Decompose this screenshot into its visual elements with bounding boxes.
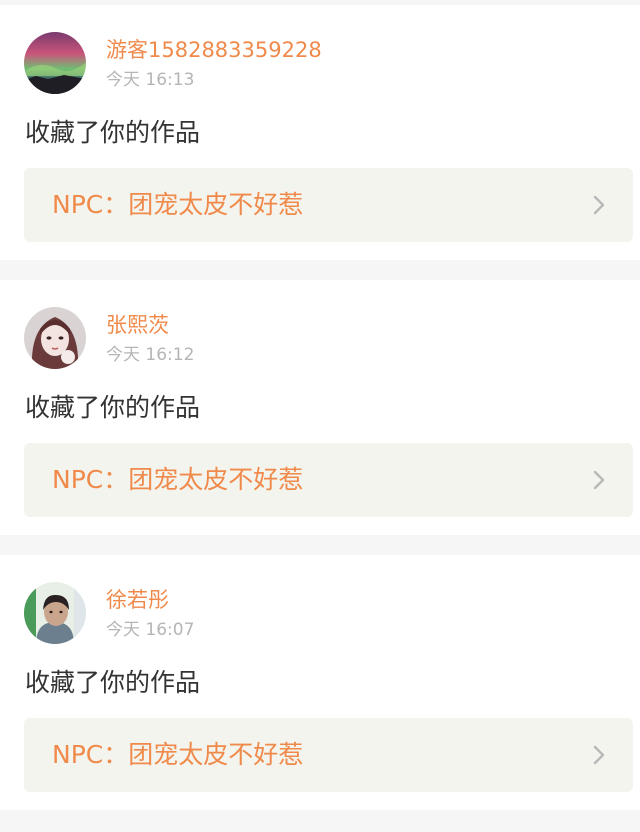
work-link[interactable]: NPC：团宠太皮不好惹	[24, 718, 633, 792]
action-text: 收藏了你的作品	[25, 118, 201, 147]
notification-card: 徐若彤 今天 16:07 收藏了你的作品 NPC：团宠太皮不好惹	[0, 555, 640, 810]
timestamp: 今天 16:12	[106, 345, 195, 365]
chevron-right-icon	[589, 744, 609, 766]
username[interactable]: 张熙茨	[106, 310, 169, 340]
username[interactable]: 游客1582883359228	[106, 35, 322, 65]
notification-list: 游客1582883359228 今天 16:13 收藏了你的作品 NPC：团宠太…	[0, 0, 640, 832]
anime-girl-avatar-image	[24, 307, 86, 369]
chevron-right-icon	[589, 194, 609, 216]
work-title: NPC：团宠太皮不好惹	[52, 465, 304, 494]
notification-card: 游客1582883359228 今天 16:13 收藏了你的作品 NPC：团宠太…	[0, 5, 640, 260]
action-text: 收藏了你的作品	[25, 393, 201, 422]
timestamp: 今天 16:07	[106, 620, 195, 640]
work-link[interactable]: NPC：团宠太皮不好惹	[24, 443, 633, 517]
work-link[interactable]: NPC：团宠太皮不好惹	[24, 168, 633, 242]
work-title: NPC：团宠太皮不好惹	[52, 740, 304, 769]
notification-card: 张熙茨 今天 16:12 收藏了你的作品 NPC：团宠太皮不好惹	[0, 280, 640, 535]
child-photo-avatar-image	[24, 582, 86, 644]
avatar[interactable]	[24, 582, 86, 644]
avatar[interactable]	[24, 32, 86, 94]
username[interactable]: 徐若彤	[106, 585, 169, 615]
avatar[interactable]	[24, 307, 86, 369]
work-title: NPC：团宠太皮不好惹	[52, 190, 304, 219]
timestamp: 今天 16:13	[106, 70, 195, 90]
action-text: 收藏了你的作品	[25, 668, 201, 697]
aurora-avatar-image	[24, 32, 86, 94]
chevron-right-icon	[589, 469, 609, 491]
